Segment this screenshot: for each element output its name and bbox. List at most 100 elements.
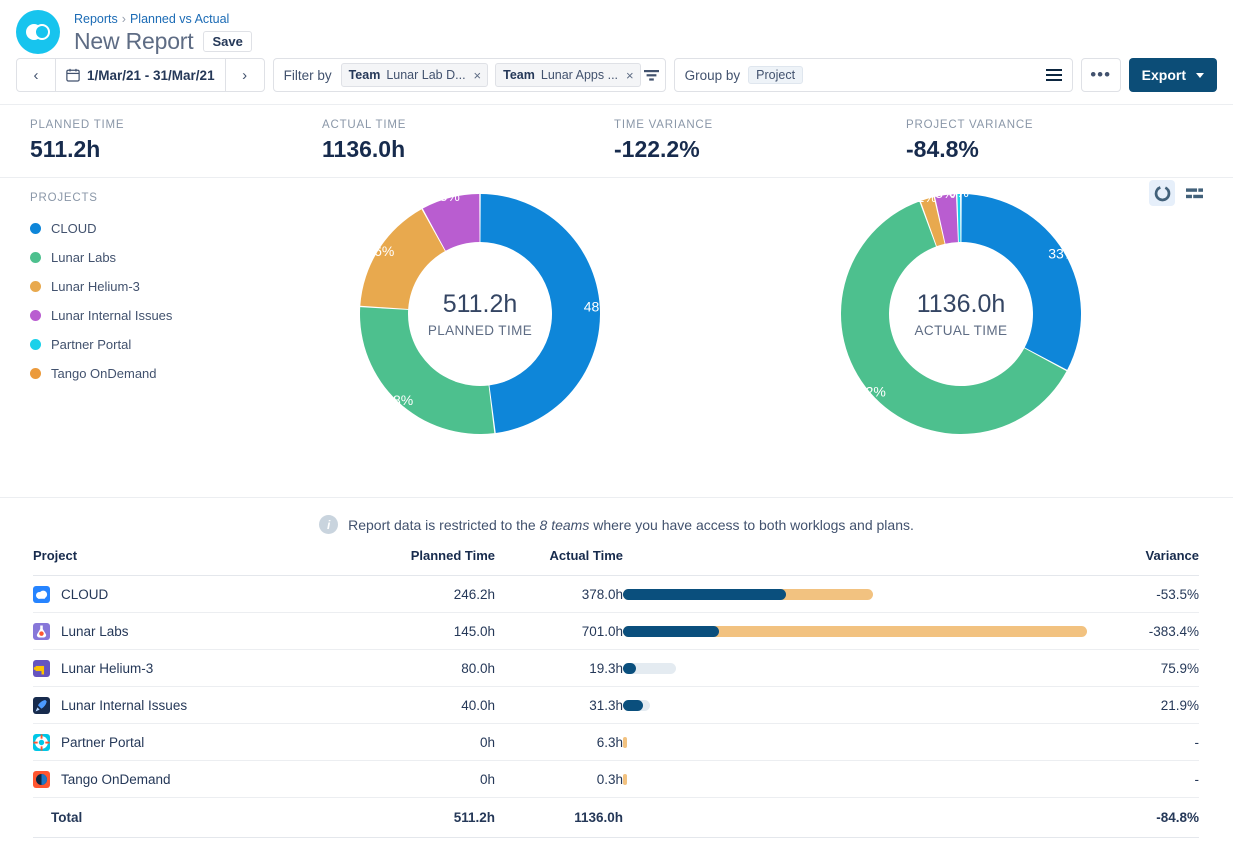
actual-bar-segment [623, 774, 627, 785]
page-title[interactable]: New Report [74, 28, 193, 55]
actual-bar-segment [623, 737, 627, 748]
cell-actual-time: 6.3h [495, 724, 623, 761]
report-table: Project Planned Time Actual Time Varianc… [33, 548, 1199, 838]
date-range-control: ‹ 1/Mar/21 - 31/Mar/21 › [16, 58, 265, 92]
previous-period-button[interactable]: ‹ [17, 59, 55, 91]
cell-progress-bar [623, 613, 1073, 650]
project-name: Lunar Helium-3 [61, 661, 153, 676]
donut-slice-label: 0% [949, 186, 969, 200]
legend-item[interactable]: Lunar Internal Issues [30, 301, 172, 330]
table-row[interactable]: Lunar Internal Issues40.0h31.3h21.9% [33, 687, 1199, 724]
legend-item[interactable]: Tango OnDemand [30, 359, 172, 388]
table-row[interactable]: CLOUD246.2h378.0h-53.5% [33, 576, 1199, 613]
cell-total-variance: -84.8% [1073, 798, 1199, 838]
filter-funnel-icon[interactable] [644, 69, 659, 82]
restriction-note-text: Report data is restricted to the 8 teams… [348, 517, 914, 533]
filter-chip-team-lunar-apps[interactable]: Team Lunar Apps ... × [495, 63, 640, 87]
actual-donut-svg[interactable]: 33%62%2%3%0% [833, 186, 1089, 442]
report-page: Reports›Planned vs Actual New Report Sav… [0, 0, 1233, 862]
page-header: Reports›Planned vs Actual New Report Sav… [0, 0, 1233, 58]
legend-color-dot-icon [30, 281, 41, 292]
donut-slice[interactable] [961, 194, 1081, 370]
cell-project: Lunar Internal Issues [33, 687, 373, 724]
cell-planned-time: 145.0h [373, 613, 495, 650]
donut-slice-label: 33% [1048, 245, 1076, 261]
export-button[interactable]: Export [1129, 58, 1217, 92]
cell-planned-time: 246.2h [373, 576, 495, 613]
donut-slice[interactable] [957, 194, 960, 242]
stat-label: TIME VARIANCE [614, 119, 906, 131]
report-toolbar: ‹ 1/Mar/21 - 31/Mar/21 › Filter by Team … [0, 58, 1233, 104]
table-header-row: Project Planned Time Actual Time Varianc… [33, 548, 1199, 576]
stat-label: ACTUAL TIME [322, 119, 614, 131]
donut-slice-label: 8% [440, 188, 460, 204]
project-name: Lunar Labs [61, 624, 129, 639]
legend-item[interactable]: Lunar Labs [30, 243, 172, 272]
legend-heading: PROJECTS [30, 192, 172, 204]
cell-progress-bar [623, 576, 1073, 613]
breadcrumb-current-link[interactable]: Planned vs Actual [130, 12, 229, 26]
column-header-bar [623, 548, 1073, 576]
date-range-value: 1/Mar/21 - 31/Mar/21 [87, 68, 215, 83]
summary-stats: PLANNED TIME 511.2h ACTUAL TIME 1136.0h … [0, 104, 1233, 178]
save-button[interactable]: Save [203, 31, 251, 52]
stat-label: PROJECT VARIANCE [906, 119, 1198, 131]
filter-control: Filter by Team Lunar Lab D... × Team Lun… [273, 58, 666, 92]
donut-slice[interactable] [480, 194, 600, 433]
more-options-button[interactable]: ••• [1081, 58, 1121, 92]
column-header-variance[interactable]: Variance [1073, 548, 1199, 576]
table-row[interactable]: Lunar Labs145.0h701.0h-383.4% [33, 613, 1199, 650]
column-header-planned-time[interactable]: Planned Time [373, 548, 495, 576]
stat-project-variance: PROJECT VARIANCE -84.8% [906, 119, 1198, 163]
breadcrumb: Reports›Planned vs Actual [74, 8, 252, 27]
cell-variance: -383.4% [1073, 613, 1199, 650]
legend-item-label: Partner Portal [51, 337, 131, 352]
filter-chip-team-lunar-lab[interactable]: Team Lunar Lab D... × [341, 63, 489, 87]
legend-color-dot-icon [30, 223, 41, 234]
bar-chart-mode-button[interactable] [1181, 180, 1207, 206]
stat-label: PLANNED TIME [30, 119, 322, 131]
legend-item[interactable]: CLOUD [30, 214, 172, 243]
donut-slice-label: 16% [366, 243, 394, 259]
next-period-button[interactable]: › [226, 59, 264, 91]
projects-legend: PROJECTS CLOUD Lunar LabsLunar Helium-3Lu… [30, 192, 172, 388]
cell-variance: 21.9% [1073, 687, 1199, 724]
planned-bar-segment [623, 626, 719, 637]
filter-chip-value: Lunar Apps ... [541, 68, 618, 82]
hamburger-icon[interactable] [1046, 69, 1062, 81]
cloud-icon [33, 586, 50, 603]
filter-chip-remove-icon[interactable]: × [626, 68, 634, 83]
date-range-picker[interactable]: 1/Mar/21 - 31/Mar/21 [55, 59, 226, 91]
column-header-actual-time[interactable]: Actual Time [495, 548, 623, 576]
cell-project: Lunar Labs [33, 613, 373, 650]
planned-bar-segment [623, 589, 786, 600]
cell-actual-time: 19.3h [495, 650, 623, 687]
planned-donut-svg[interactable]: 48%28%16%8% [352, 186, 608, 442]
progress-bar [623, 626, 1055, 637]
cell-total-actual: 1136.0h [495, 798, 623, 838]
group-by-value-tag[interactable]: Project [748, 66, 803, 84]
column-header-project[interactable]: Project [33, 548, 373, 576]
legend-item[interactable]: Partner Portal [30, 330, 172, 359]
table-row[interactable]: Lunar Helium-380.0h19.3h75.9% [33, 650, 1199, 687]
donut-slice[interactable] [360, 307, 494, 434]
table-row[interactable]: Tango OnDemand0h0.3h- [33, 761, 1199, 798]
cell-variance: -53.5% [1073, 576, 1199, 613]
actual-bar-segment [623, 700, 643, 711]
planned-time-donut-chart: 48%28%16%8% 511.2h PLANNED TIME [352, 186, 608, 447]
legend-item-label: CLOUD [51, 221, 97, 236]
rocket-icon [33, 697, 50, 714]
legend-color-dot-icon [30, 310, 41, 321]
donut-slice-label: 2% [916, 189, 936, 205]
progress-bar [623, 663, 1055, 674]
cell-project: Lunar Helium-3 [33, 650, 373, 687]
breadcrumb-reports-link[interactable]: Reports [74, 12, 118, 26]
cell-project: Partner Portal [33, 724, 373, 761]
table-row[interactable]: Partner Portal0h6.3h- [33, 724, 1199, 761]
donut-slice-label: 62% [858, 383, 886, 399]
calendar-icon [66, 68, 80, 82]
legend-item[interactable]: Lunar Helium-3 [30, 272, 172, 301]
donut-chart-mode-button[interactable] [1149, 180, 1175, 206]
filter-chip-remove-icon[interactable]: × [474, 68, 482, 83]
export-button-label: Export [1142, 67, 1186, 83]
